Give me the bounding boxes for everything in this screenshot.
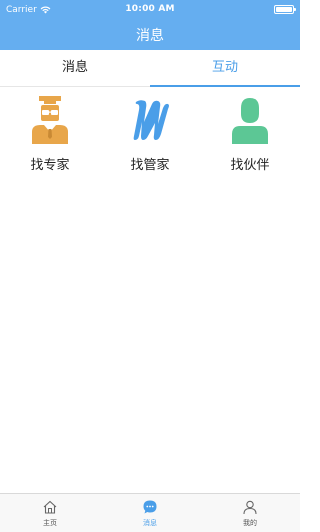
tab-messages-label: 消息 <box>61 60 88 75</box>
segment-tabs: 消息 互动 <box>0 50 300 87</box>
active-tab-indicator <box>150 85 300 87</box>
tab-interaction[interactable]: 互动 <box>150 50 300 87</box>
find-expert-label: 找专家 <box>30 158 70 173</box>
tabbar-profile-label: 我的 <box>243 519 257 527</box>
tabbar-home[interactable]: 主页 <box>0 494 100 532</box>
expert-icon <box>32 96 68 144</box>
find-manager-label: 找管家 <box>130 158 170 173</box>
tab-interaction-label: 互动 <box>211 60 238 75</box>
find-manager-button[interactable]: 找管家 <box>100 96 200 176</box>
partner-icon <box>232 98 268 144</box>
find-expert-button[interactable]: 找专家 <box>0 96 100 176</box>
user-icon <box>243 500 257 515</box>
tab-messages[interactable]: 消息 <box>0 50 150 86</box>
tabbar-messages-label: 消息 <box>143 519 157 527</box>
m-logo-icon <box>133 100 169 140</box>
page-title: 消息 <box>136 28 164 44</box>
bottom-tab-bar: 主页 消息 我的 <box>0 493 300 532</box>
status-time: 10:00 AM <box>125 4 175 14</box>
find-partner-label: 找伙伴 <box>230 158 270 173</box>
tabbar-home-label: 主页 <box>43 519 57 527</box>
battery-level <box>276 7 292 12</box>
interaction-grid: 找专家 找管家 找伙伴 <box>0 88 300 178</box>
find-partner-button[interactable]: 找伙伴 <box>200 96 300 176</box>
tabbar-messages[interactable]: 消息 <box>100 494 200 532</box>
status-bar: Carrier 10:00 AM <box>0 0 300 20</box>
home-icon <box>43 500 57 514</box>
app-header: Carrier 10:00 AM 消息 <box>0 0 300 50</box>
battery-icon <box>274 5 296 14</box>
chat-icon <box>143 500 157 514</box>
tabbar-profile[interactable]: 我的 <box>200 494 300 532</box>
